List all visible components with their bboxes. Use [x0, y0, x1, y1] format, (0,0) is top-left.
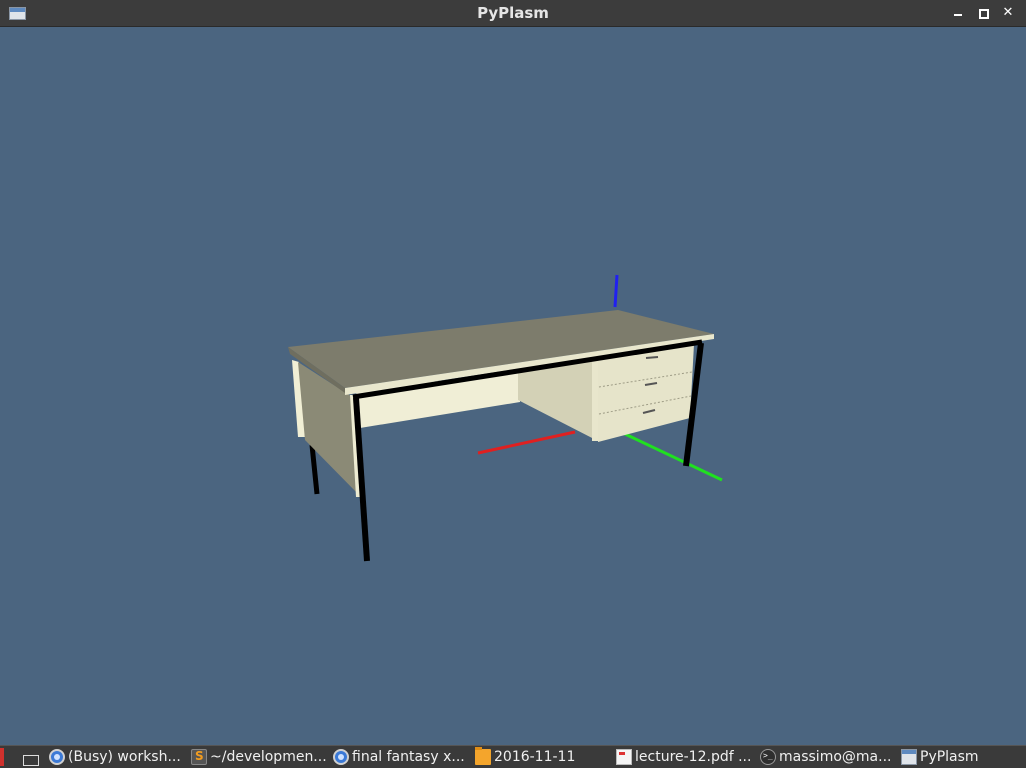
terminal-icon [760, 749, 776, 765]
pdf-document-icon [616, 749, 632, 765]
maximize-button[interactable] [975, 5, 991, 21]
taskbar-item-lecture-pdf[interactable]: lecture-12.pdf ... [616, 746, 753, 768]
chrome-icon [333, 749, 349, 765]
desk-scene [288, 274, 723, 562]
taskbar-item-final-fantasy[interactable]: final fantasy x... [333, 746, 470, 768]
z-axis-line [613, 274, 619, 308]
window-title: PyPlasm [477, 4, 549, 22]
taskbar: (Busy) worksh... ~/developmen... final f… [0, 745, 1026, 768]
taskbar-item-label: 2016-11-11 [494, 749, 576, 765]
show-desktop-icon[interactable] [23, 755, 39, 766]
drawer-handle-1 [645, 356, 659, 359]
taskbar-item-pyplasm[interactable]: PyPlasm [901, 746, 1021, 768]
taskbar-item-label: lecture-12.pdf ... [635, 749, 752, 765]
close-icon: ✕ [1002, 5, 1014, 20]
taskbar-item-development[interactable]: ~/developmen... [191, 746, 328, 768]
taskbar-item-label: final fantasy x... [352, 749, 465, 765]
back-left-leg [309, 444, 320, 495]
3d-viewport[interactable] [0, 27, 1026, 745]
drawer-cabinet-front [598, 344, 694, 442]
window-titlebar[interactable]: PyPlasm ✕ [0, 0, 1026, 27]
x-axis-line [477, 430, 576, 455]
taskbar-item-label: PyPlasm [920, 749, 979, 765]
taskbar-item-label: ~/developmen... [210, 749, 327, 765]
folder-icon [475, 747, 491, 765]
window-icon [901, 749, 917, 765]
chrome-icon [49, 749, 65, 765]
taskbar-item-label: massimo@ma... [779, 749, 892, 765]
taskbar-item-terminal[interactable]: massimo@ma... [760, 746, 895, 768]
maximize-icon [979, 9, 989, 19]
close-button[interactable]: ✕ [1000, 5, 1016, 21]
sublime-text-icon [191, 749, 207, 765]
workspace-indicator[interactable] [0, 748, 4, 766]
minimize-icon [954, 14, 962, 16]
y-axis-line [624, 432, 723, 482]
minimize-button[interactable] [950, 5, 966, 21]
taskbar-item-workshop[interactable]: (Busy) worksh... [49, 746, 185, 768]
taskbar-item-label: (Busy) worksh... [68, 749, 181, 765]
taskbar-item-folder[interactable]: 2016-11-11 [475, 746, 610, 768]
